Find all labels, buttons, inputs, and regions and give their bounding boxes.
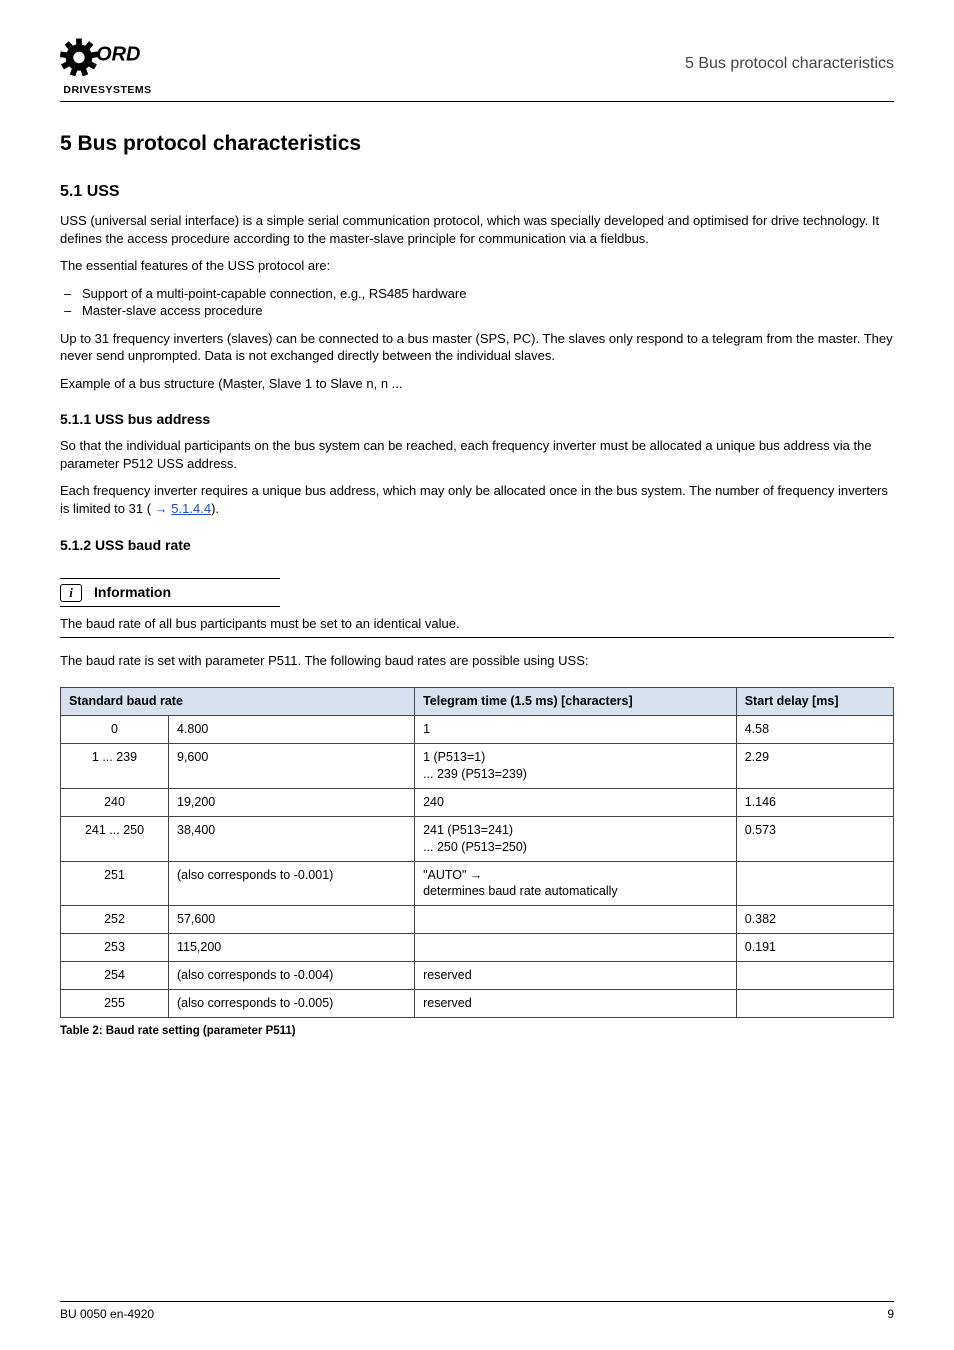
drivesystems-label: DRIVESYSTEMS <box>63 83 151 97</box>
table-row: 251 (also corresponds to -0.001) "AUTO" … <box>61 861 894 906</box>
table-row: 255 (also corresponds to -0.005) reserve… <box>61 989 894 1017</box>
page-footer: BU 0050 en-4920 9 <box>60 1301 894 1322</box>
cell <box>736 962 893 990</box>
footer-page-number: 9 <box>887 1306 894 1322</box>
cell: 1.146 <box>736 788 893 816</box>
cell: "AUTO" → determines baud rate automatica… <box>415 861 737 906</box>
section-5-1-2-title: 5.1.2 USS baud rate <box>60 536 894 555</box>
cell: reserved <box>415 962 737 990</box>
cell-text: "AUTO" → <box>423 868 482 882</box>
section-5-1-2-p1: The baud rate is set with parameter P511… <box>60 652 894 670</box>
cell: 0.191 <box>736 934 893 962</box>
info-note: i Information The baud rate of all bus p… <box>60 578 894 637</box>
th-start-delay: Start delay [ms] <box>736 688 893 716</box>
info-body: The baud rate of all bus participants mu… <box>60 607 894 638</box>
cell: 1 (P513=1) ... 239 (P513=239) <box>415 744 737 789</box>
features-list: Support of a multi-point-capable connect… <box>86 285 894 320</box>
cell: 0.382 <box>736 906 893 934</box>
cell <box>736 989 893 1017</box>
page-header: ORD DRIVESYSTEMS 5 Bus protocol characte… <box>60 30 894 102</box>
table-row: 240 19,200 240 1.146 <box>61 788 894 816</box>
nord-gear-icon: ORD <box>60 30 155 85</box>
cell: 1 ... 239 <box>61 744 169 789</box>
cell: 0.573 <box>736 816 893 861</box>
intro-p2: The essential features of the USS protoc… <box>60 257 894 275</box>
feature-1: Support of a multi-point-capable connect… <box>86 285 894 303</box>
table-row: 253 115,200 0.191 <box>61 934 894 962</box>
svg-text:ORD: ORD <box>96 43 140 65</box>
cell: 4.58 <box>736 716 893 744</box>
feature-2: Master-slave access procedure <box>86 302 894 320</box>
cell: 252 <box>61 906 169 934</box>
cell: 240 <box>415 788 737 816</box>
table-row: 252 57,600 0.382 <box>61 906 894 934</box>
section-breadcrumb: 5 Bus protocol characteristics <box>685 53 894 75</box>
cell <box>415 906 737 934</box>
baud-rate-table: Standard baud rate Telegram time (1.5 ms… <box>60 687 894 1017</box>
table-header-row: Standard baud rate Telegram time (1.5 ms… <box>61 688 894 716</box>
cell-text: 241 (P513=241) <box>423 823 513 837</box>
table-row: 254 (also corresponds to -0.004) reserve… <box>61 962 894 990</box>
info-icon: i <box>60 584 82 602</box>
cell: 1 <box>415 716 737 744</box>
cell: 253 <box>61 934 169 962</box>
cell-text: ... 250 (P513=250) <box>423 840 527 854</box>
intro-p3: Up to 31 frequency inverters (slaves) ca… <box>60 330 894 365</box>
section-5-1-1-p1: So that the individual participants on t… <box>60 437 894 472</box>
table-row: 1 ... 239 9,600 1 (P513=1) ... 239 (P513… <box>61 744 894 789</box>
cell: (also corresponds to -0.001) <box>169 861 415 906</box>
intro-p1: USS (universal serial interface) is a si… <box>60 212 894 247</box>
cell-text: determines baud rate automatically <box>423 884 618 898</box>
th-telegram-time: Telegram time (1.5 ms) [characters] <box>415 688 737 716</box>
section-5-title: 5 Bus protocol characteristics <box>60 130 894 158</box>
cell: 57,600 <box>169 906 415 934</box>
cell: 240 <box>61 788 169 816</box>
cell: 9,600 <box>169 744 415 789</box>
cell: 4.800 <box>169 716 415 744</box>
cell: 241 ... 250 <box>61 816 169 861</box>
info-title: Information <box>94 583 171 602</box>
cell: 19,200 <box>169 788 415 816</box>
info-head: i Information <box>60 578 280 607</box>
cell-text: 1 (P513=1) <box>423 750 485 764</box>
cell: 241 (P513=241) ... 250 (P513=250) <box>415 816 737 861</box>
cell: 38,400 <box>169 816 415 861</box>
cell: (also corresponds to -0.004) <box>169 962 415 990</box>
cell: 2.29 <box>736 744 893 789</box>
section-5-1-1-title: 5.1.1 USS bus address <box>60 410 894 429</box>
cell: reserved <box>415 989 737 1017</box>
cell: (also corresponds to -0.005) <box>169 989 415 1017</box>
cell: 254 <box>61 962 169 990</box>
cell <box>736 861 893 906</box>
brand-logo: ORD DRIVESYSTEMS <box>60 30 155 97</box>
table-caption: Table 2: Baud rate setting (parameter P5… <box>60 1024 894 1040</box>
footer-doc-id: BU 0050 en-4920 <box>60 1306 154 1322</box>
table-row: 0 4.800 1 4.58 <box>61 716 894 744</box>
cell-text: ... 239 (P513=239) <box>423 767 527 781</box>
cell: 115,200 <box>169 934 415 962</box>
section-5-1-1-p2: Each frequency inverter requires a uniqu… <box>60 482 894 517</box>
cell: 251 <box>61 861 169 906</box>
link-5-1-4-4[interactable]: 5.1.4.4 <box>171 501 211 516</box>
cell-p511-0: 0 <box>61 716 169 744</box>
arrow-icon: → <box>155 501 168 516</box>
th-standard-baud: Standard baud rate <box>61 688 415 716</box>
table-row: 241 ... 250 38,400 241 (P513=241) ... 25… <box>61 816 894 861</box>
cell <box>415 934 737 962</box>
section-5-1-title: 5.1 USS <box>60 181 894 203</box>
cell: 255 <box>61 989 169 1017</box>
intro-p4: Example of a bus structure (Master, Slav… <box>60 375 894 393</box>
